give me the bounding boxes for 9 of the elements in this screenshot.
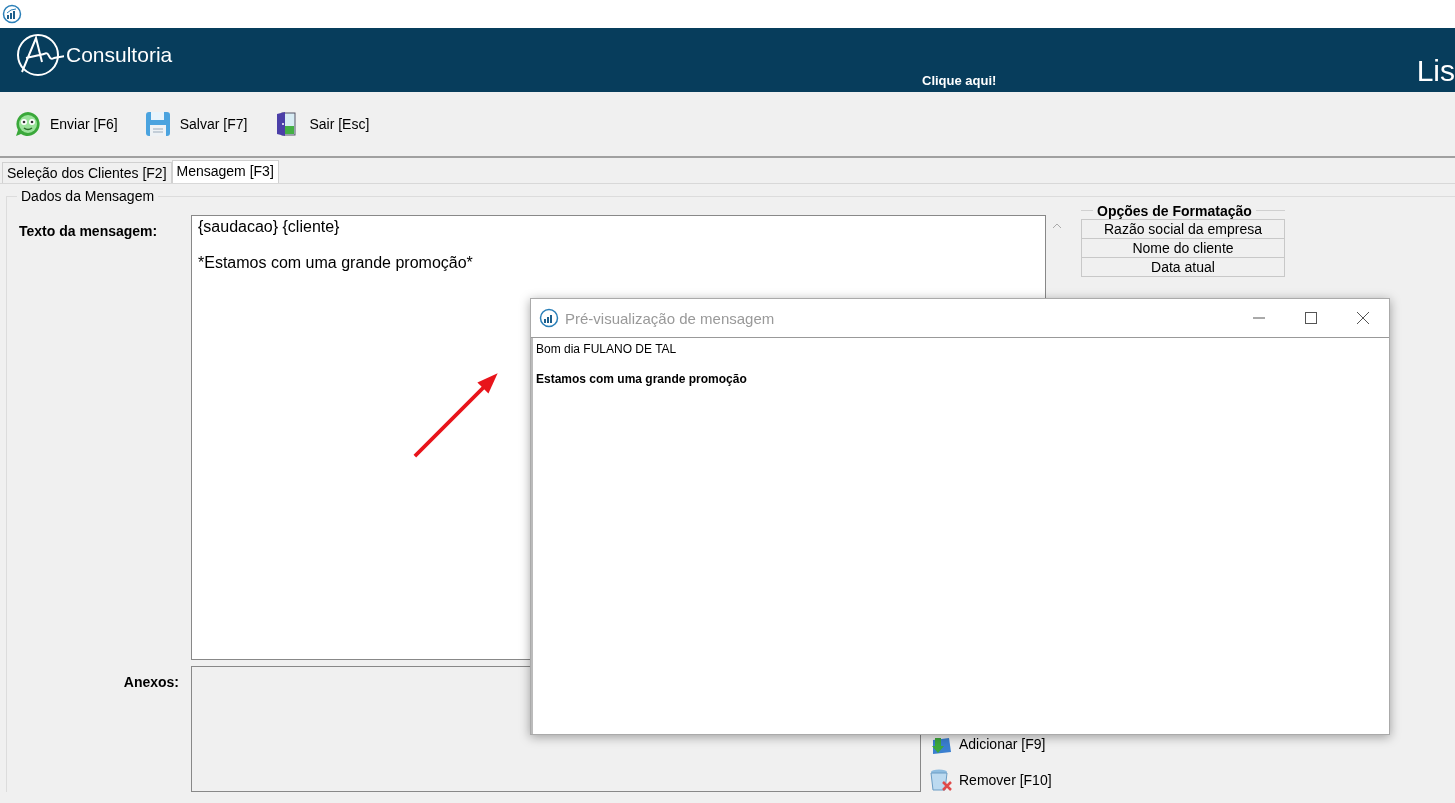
formatting-title: Opções de Formatação	[1093, 203, 1256, 219]
preview-text: Bom dia FULANO DE TAL	[536, 342, 678, 356]
preview-text: Estamos com uma grande promoção	[536, 372, 748, 386]
logo-text: Consultoria	[66, 43, 173, 67]
attachments-label: Anexos:	[122, 673, 180, 692]
group-title: Dados da Mensagem	[17, 188, 159, 204]
header-title: Lis	[1416, 54, 1455, 88]
message-label: Texto da mensagem:	[18, 222, 159, 241]
dialog-title: Pré-visualização de mensagem	[565, 309, 776, 327]
